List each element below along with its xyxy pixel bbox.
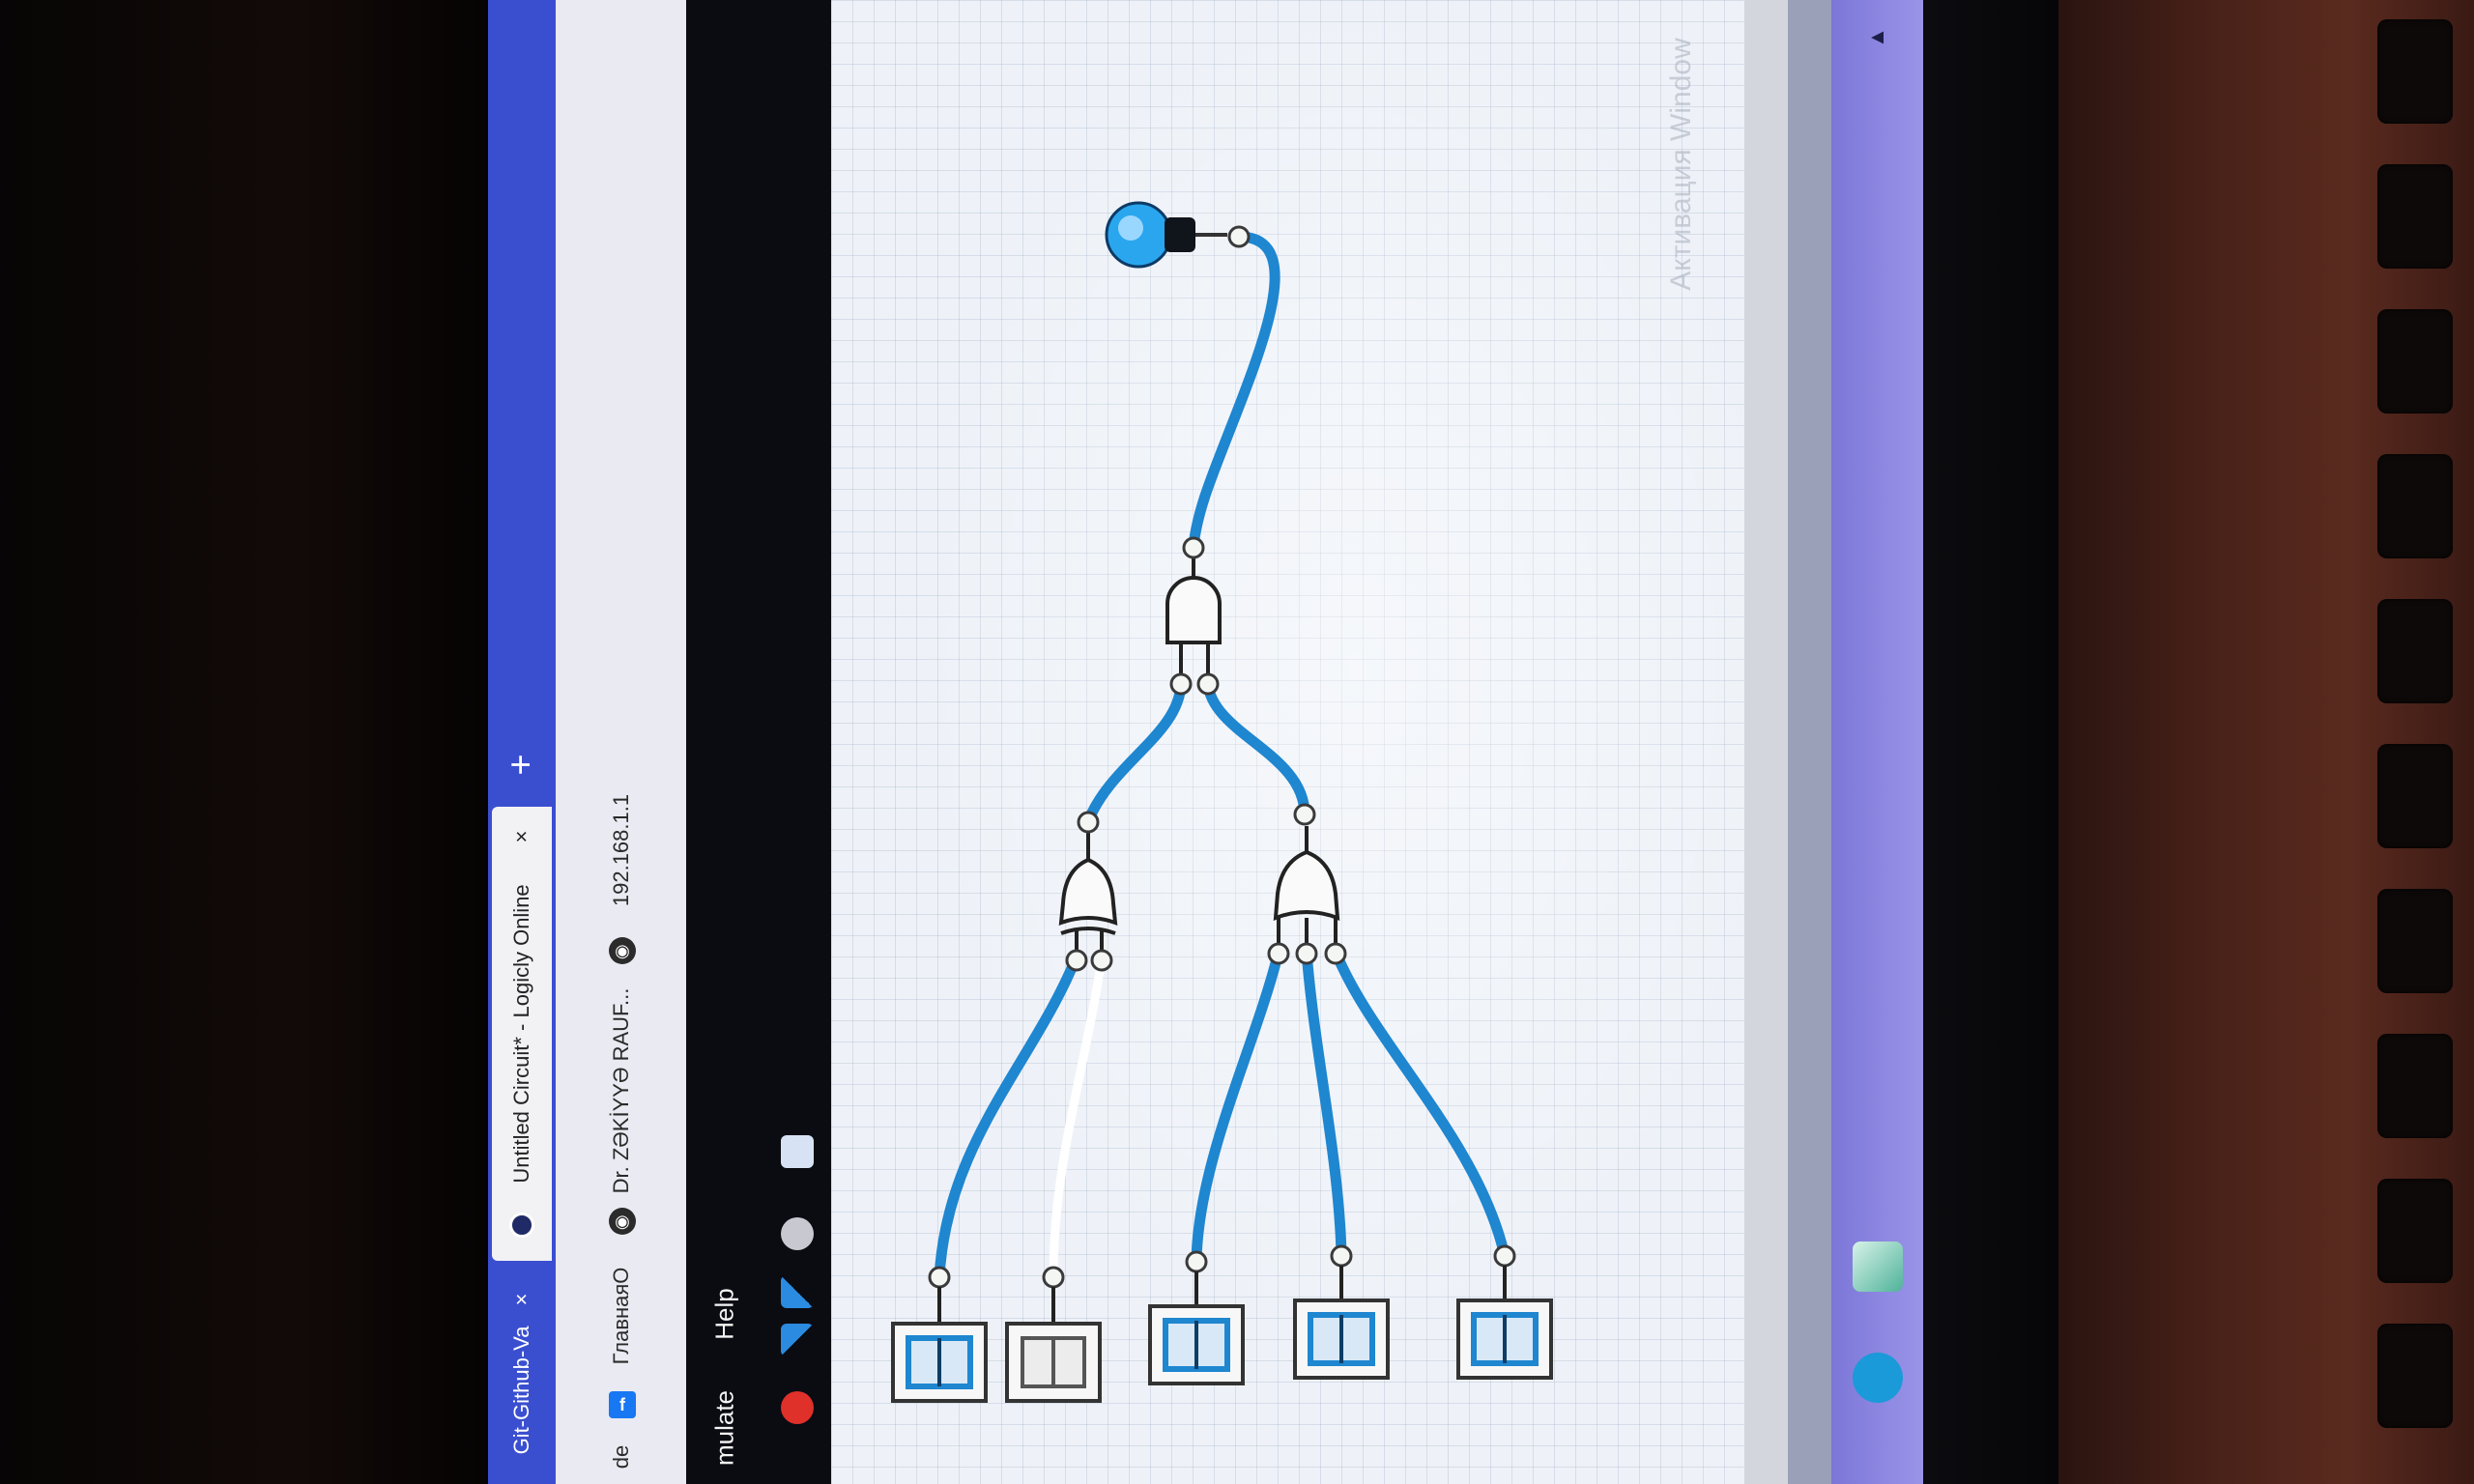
wire: [1202, 678, 1310, 820]
connector-node[interactable]: [1065, 949, 1088, 972]
connector-node[interactable]: [928, 1266, 951, 1289]
connector-node[interactable]: [1330, 1244, 1353, 1268]
connector-node[interactable]: [1267, 942, 1290, 965]
connector-node[interactable]: [1182, 536, 1205, 559]
switch-4-icon[interactable]: [1293, 1266, 1390, 1380]
connector-node[interactable]: [1169, 672, 1193, 696]
wire: [1301, 946, 1347, 1262]
connector-node[interactable]: [1196, 672, 1220, 696]
connector-node[interactable]: [1293, 803, 1316, 826]
connector-node[interactable]: [1185, 1250, 1208, 1273]
switch-3-icon[interactable]: [1148, 1271, 1245, 1385]
wire: [1191, 946, 1284, 1267]
wire: [1188, 231, 1280, 552]
connector-node[interactable]: [1493, 1244, 1516, 1268]
connector-node[interactable]: [1227, 225, 1251, 248]
and-gate-icon[interactable]: [1165, 556, 1222, 676]
connector-node[interactable]: [1042, 1266, 1065, 1289]
light-bulb-icon[interactable]: [1105, 201, 1227, 269]
wire: [1082, 678, 1187, 827]
wire: [1049, 952, 1107, 1282]
wire: [1330, 946, 1510, 1262]
xor-gate-icon[interactable]: [1058, 833, 1118, 952]
switch-1-icon[interactable]: [891, 1287, 988, 1403]
or-gate-icon[interactable]: [1273, 826, 1340, 947]
connector-node[interactable]: [1295, 942, 1318, 965]
connector-node[interactable]: [1324, 942, 1347, 965]
connector-node[interactable]: [1090, 949, 1113, 972]
connector-node[interactable]: [1077, 811, 1100, 834]
circuit-diagram: [891, 201, 1553, 1403]
switch-5-icon[interactable]: [1456, 1266, 1553, 1380]
switch-2-icon[interactable]: [1005, 1287, 1102, 1403]
